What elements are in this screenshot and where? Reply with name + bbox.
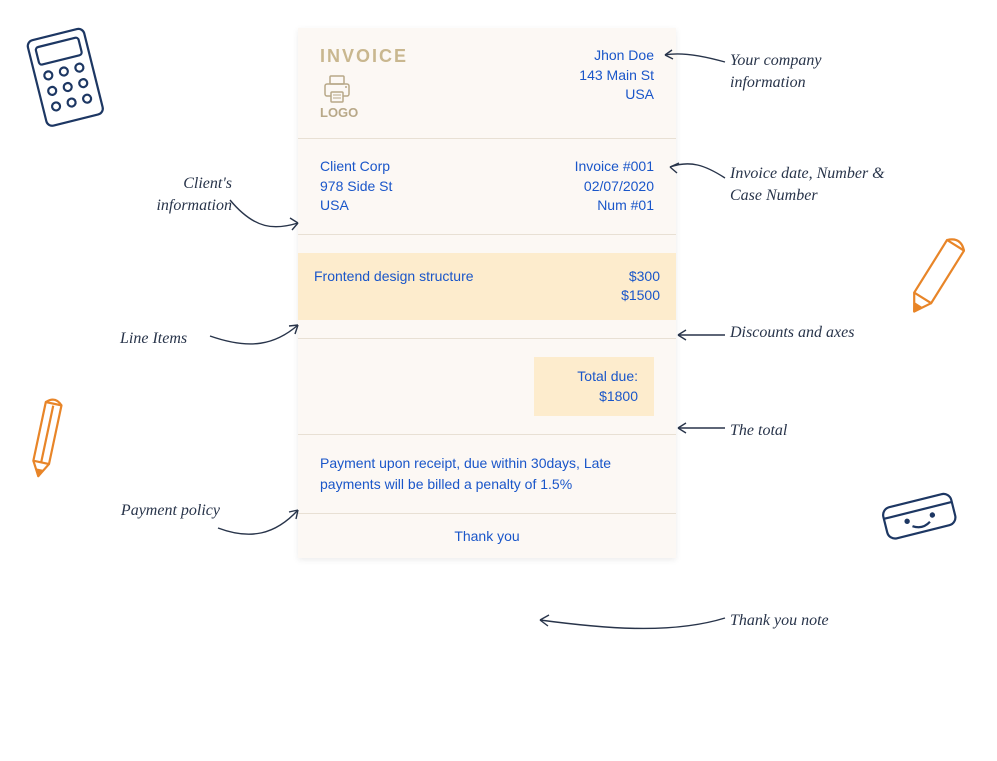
total-section: Total due: $1800 [298, 339, 676, 435]
payment-policy: Payment upon receipt, due within 30days,… [320, 453, 654, 495]
line-items-section: Frontend design structure $300 $1500 [298, 235, 676, 339]
pencil-icon [25, 385, 70, 490]
payment-policy-section: Payment upon receipt, due within 30days,… [298, 435, 676, 514]
thank-you: Thank you [298, 514, 676, 558]
calculator-icon [25, 25, 110, 140]
total-label: Total due: [550, 367, 638, 387]
annotation-invoice-meta: Invoice date, Number & Case Number [730, 163, 910, 206]
client-info: Client Corp 978 Side St USA [320, 157, 392, 216]
invoice-number: Invoice #001 [575, 157, 654, 177]
line-item-description: Frontend design structure [314, 267, 474, 306]
company-info: Jhon Doe 143 Main St USA [579, 46, 654, 105]
company-country: USA [579, 85, 654, 105]
invoice-brand: INVOICE LOGO [320, 46, 408, 120]
line-item-amount: $1500 [621, 286, 660, 306]
line-item: Frontend design structure $300 $1500 [298, 253, 676, 320]
line-item-amount: $300 [621, 267, 660, 287]
annotation-line-items: Line Items [120, 328, 187, 350]
invoice-header: INVOICE LOGO Jhon Doe 143 Main St USA [298, 28, 676, 139]
logo-label: LOGO [320, 105, 408, 120]
annotation-client-info: Client's information [112, 173, 232, 216]
annotation-total: The total [730, 420, 787, 442]
printer-icon [320, 75, 408, 105]
pencil-icon [910, 220, 965, 335]
annotation-payment-policy: Payment policy [110, 500, 220, 522]
line-item-amounts: $300 $1500 [621, 267, 660, 306]
invoice-meta: Invoice #001 02/07/2020 Num #01 [575, 157, 654, 216]
company-street: 143 Main St [579, 66, 654, 86]
company-name: Jhon Doe [579, 46, 654, 66]
invoice-date: 02/07/2020 [575, 177, 654, 197]
invoice-card: INVOICE LOGO Jhon Doe 143 Main St USA Cl… [298, 28, 676, 558]
annotation-discounts: Discounts and axes [730, 322, 870, 344]
invoice-title: INVOICE [320, 46, 408, 67]
total-box: Total due: $1800 [534, 357, 654, 416]
annotation-thank-you: Thank you note [730, 610, 829, 632]
client-street: 978 Side St [320, 177, 392, 197]
invoice-case: Num #01 [575, 196, 654, 216]
annotation-company-info: Your company information [730, 50, 900, 93]
client-meta-section: Client Corp 978 Side St USA Invoice #001… [298, 139, 676, 235]
eraser-icon [870, 480, 970, 555]
client-name: Client Corp [320, 157, 392, 177]
total-value: $1800 [550, 387, 638, 407]
client-country: USA [320, 196, 392, 216]
